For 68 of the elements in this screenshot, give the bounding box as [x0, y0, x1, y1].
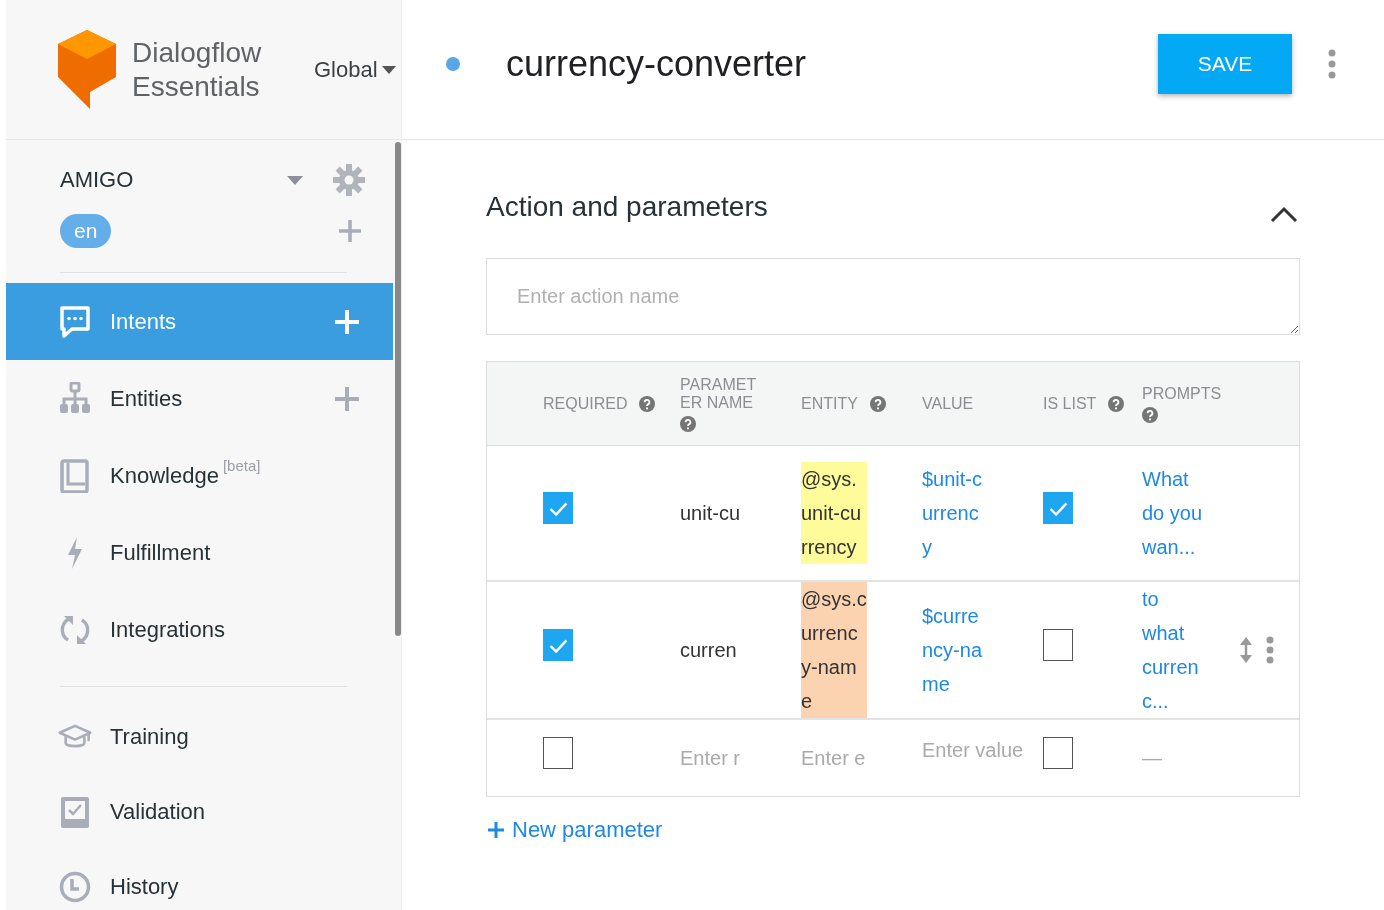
new-parameter-link[interactable]: New parameter	[486, 817, 663, 843]
add-icon	[488, 822, 504, 838]
column-header: IS LIST	[1043, 394, 1097, 413]
nav-label: Validation	[110, 798, 205, 825]
more-icon[interactable]	[1328, 48, 1336, 79]
entity-tag[interactable]: @sys.currency-name	[801, 582, 867, 718]
value-field[interactable]: Enter value	[922, 733, 1033, 781]
nav-item[interactable]: Validation	[6, 774, 393, 849]
nav-label: Training	[110, 723, 189, 750]
nav-item[interactable]: Integrations	[6, 591, 393, 668]
clock-icon	[59, 869, 91, 904]
help-icon[interactable]	[1108, 395, 1125, 412]
scrollbar[interactable]	[395, 142, 401, 636]
entity-field[interactable]: Enter e	[801, 747, 912, 770]
section-title: Action and parameters	[486, 191, 768, 223]
logo-icon	[58, 29, 116, 110]
prompt-text[interactable]: What do you wan...	[1142, 462, 1206, 564]
parameter-name-field[interactable]: Enter r	[680, 747, 791, 770]
caret-icon	[381, 65, 396, 74]
nav-label: History	[110, 873, 179, 900]
nav-label: Knowledge	[110, 462, 219, 489]
nav-item[interactable]: Fulfillment	[6, 514, 393, 591]
checkbox[interactable]	[543, 628, 573, 661]
nav-item[interactable]: History	[6, 849, 393, 910]
checkbox[interactable]	[1043, 491, 1073, 524]
nav-item[interactable]: Entities	[6, 360, 393, 437]
checkbox[interactable]	[1043, 629, 1073, 661]
parameter-name[interactable]: unit-cu	[680, 502, 741, 524]
chat-icon	[59, 304, 91, 339]
column-header: VALUE	[922, 394, 974, 413]
book-icon	[59, 458, 91, 493]
add-icon[interactable]	[335, 386, 359, 411]
status-dot	[446, 56, 460, 71]
brand-name: Dialogflow Essentials	[132, 35, 263, 104]
help-icon[interactable]	[1142, 406, 1158, 423]
checkbox[interactable]	[543, 491, 573, 524]
prompt-text[interactable]: to what currenc...	[1142, 582, 1206, 718]
reorder-icon[interactable]	[1240, 637, 1252, 663]
column-header: PROMPTS	[1142, 384, 1222, 403]
parameter-name[interactable]: curren	[680, 639, 737, 661]
caret-icon[interactable]	[287, 175, 303, 185]
entity-tag[interactable]: @sys.unit-currency	[801, 462, 867, 564]
checkbox[interactable]	[1043, 737, 1073, 769]
column-header: ENTITY	[801, 394, 858, 413]
add-icon[interactable]	[339, 220, 361, 242]
hierarchy-icon	[59, 381, 91, 416]
nav-label: Integrations	[110, 616, 225, 643]
nav-label: Intents	[110, 308, 177, 335]
action-name-field[interactable]: Enter action name	[486, 258, 1300, 335]
parameter-value[interactable]: $unit-currency	[922, 462, 986, 564]
intent-title: currency-converter	[506, 42, 808, 85]
column-header: REQUIRED	[543, 394, 628, 413]
nav-label: Fulfillment	[110, 539, 211, 566]
chevron-up-icon[interactable]	[1270, 205, 1298, 223]
column-header: PARAMETER NAME	[680, 375, 758, 412]
beta-label: [beta]	[222, 457, 261, 474]
help-icon[interactable]	[869, 395, 886, 412]
help-icon[interactable]	[639, 395, 656, 412]
checkbox-tray-icon	[59, 794, 91, 829]
more-icon[interactable]	[1266, 636, 1274, 664]
settings-icon[interactable]	[333, 164, 365, 196]
nav-item[interactable]: Training	[6, 699, 393, 774]
nav-label: Entities	[110, 385, 183, 412]
checkbox[interactable]	[543, 737, 573, 769]
parameter-value[interactable]: $currency-name	[922, 599, 986, 701]
region-dropdown[interactable]: Global	[314, 56, 396, 83]
agent-name[interactable]: AMIGO	[60, 167, 287, 193]
help-icon[interactable]	[680, 415, 696, 432]
